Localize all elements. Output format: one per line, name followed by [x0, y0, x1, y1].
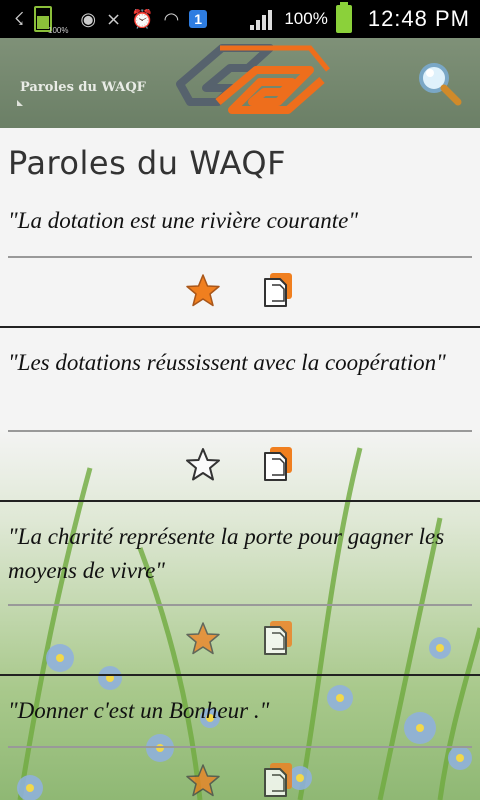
- status-bar: ☇ 100% ◉ ⨯ ⏰ ◠ 1 100% 12:48 PM: [0, 0, 480, 38]
- divider: [8, 604, 472, 606]
- quote-text: "La dotation est une rivière courante": [8, 208, 358, 233]
- page-title: Paroles du WAQF: [8, 144, 286, 182]
- wifi-icon: ◠: [163, 9, 180, 29]
- mute-icon: ⨯: [106, 9, 122, 29]
- usb-icon: ☇: [14, 9, 25, 29]
- copy-icon[interactable]: [260, 270, 298, 310]
- favorite-star-empty-icon[interactable]: [184, 446, 222, 484]
- eye-icon: ◉: [80, 9, 97, 29]
- clock-time: 12:48 PM: [367, 6, 470, 31]
- row-separator: [0, 500, 480, 502]
- app-title: Paroles du WAQF: [20, 80, 146, 95]
- notification-badge: 1: [189, 10, 208, 28]
- signal-icon: [250, 8, 276, 30]
- favorite-star-filled-icon[interactable]: [184, 762, 222, 800]
- copy-icon[interactable]: [260, 444, 298, 484]
- copy-icon[interactable]: [260, 760, 298, 800]
- copy-icon[interactable]: [260, 618, 298, 658]
- quote-text: "Les dotations réussissent avec la coopé…: [8, 350, 446, 375]
- row-separator: [0, 326, 480, 328]
- quote-text: "La charité représente la porte pour gag…: [8, 524, 445, 583]
- battery-small-label: 100%: [48, 26, 69, 35]
- meadow-background: [0, 428, 480, 800]
- battery-icon: [335, 2, 352, 33]
- waqf-logo: [176, 44, 330, 114]
- divider: [8, 746, 472, 748]
- overflow-indicator-icon: [17, 100, 23, 106]
- battery-percent: 100%: [284, 9, 328, 28]
- app-header: Paroles du WAQF: [0, 38, 480, 128]
- divider: [8, 256, 472, 258]
- alarm-icon: ⏰: [131, 9, 154, 29]
- favorite-star-filled-icon[interactable]: [184, 272, 222, 310]
- search-icon[interactable]: [416, 60, 462, 106]
- quote-text: "Donner c'est un Bonheur .": [8, 698, 270, 723]
- favorite-star-filled-icon[interactable]: [184, 620, 222, 658]
- divider: [8, 430, 472, 432]
- row-separator: [0, 674, 480, 676]
- quote-list: Paroles du WAQF "La dotation est une riv…: [0, 128, 480, 800]
